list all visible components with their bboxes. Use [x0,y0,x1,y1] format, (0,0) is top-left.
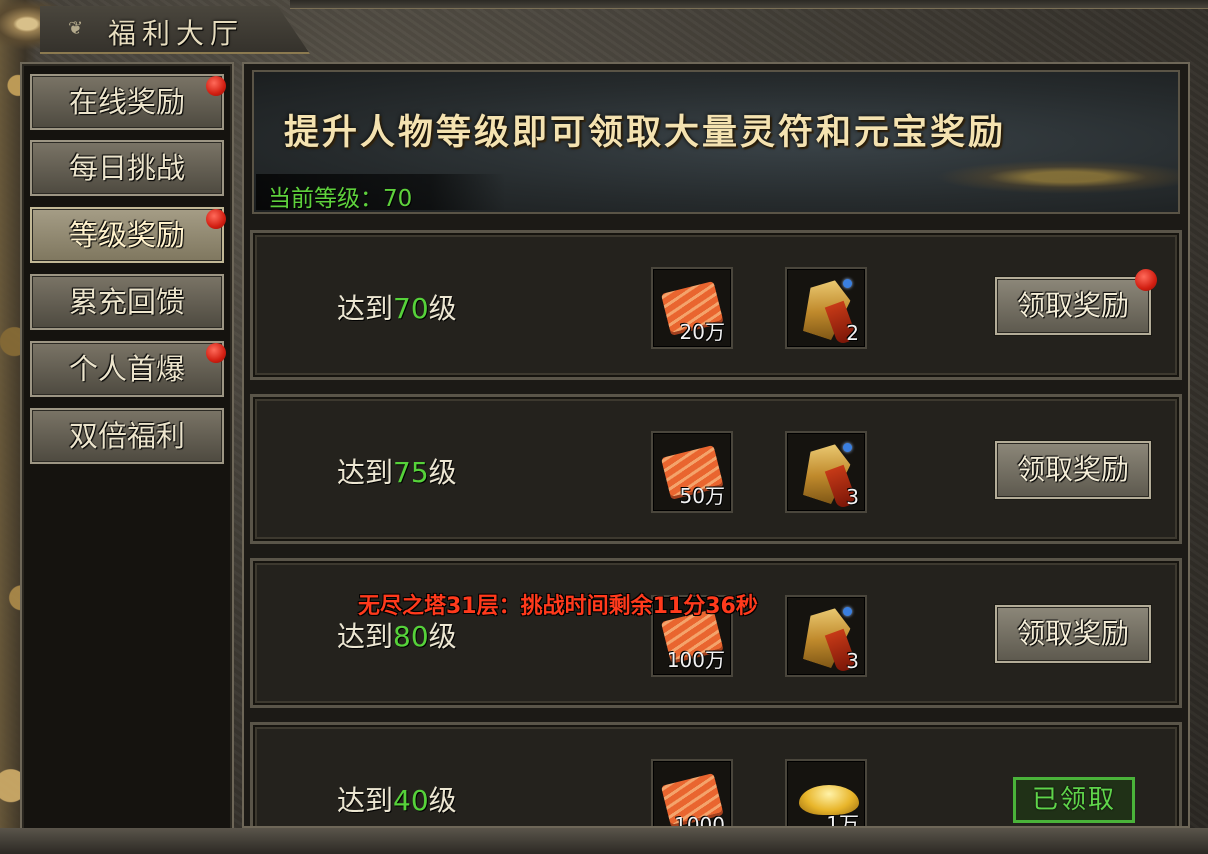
tab-first-drop[interactable]: 个人首爆 [30,341,226,397]
tower-challenge-notice: 无尽之塔31层：挑战时间剩余11分36秒 [358,594,758,619]
tab-label: 每日挑战 [68,151,185,185]
top-strip [290,0,1208,9]
tab-label: 在线奖励 [68,85,185,119]
gem-icon [843,279,852,288]
banner-title: 提升人物等级即可领取大量灵符和元宝奖励 [284,112,1007,153]
row-suffix: 级 [428,456,457,489]
item-count: 3 [846,485,859,509]
reward-slot-gold-ingot[interactable]: 1万 [785,759,867,828]
bottom-frame-edge [0,828,1208,854]
row-requirement: 达到75级 [337,451,457,491]
tab-daily-challenge[interactable]: 每日挑战 [30,140,224,196]
reward-slot-lingfu[interactable]: 50万 [651,431,733,513]
reward-slot-lingfu[interactable]: 1000 [651,759,733,828]
claim-button-label: 领取奖励 [1016,617,1129,650]
item-count: 100万 [666,648,725,672]
red-dot-badge [206,76,226,96]
current-level: 当前等级：70 [268,179,412,213]
red-dot-badge [1135,269,1157,291]
ornament-icon: ❦ [68,18,84,39]
reward-row: 达到40级 1000 1万 已领取 [250,722,1182,828]
claimed-stamp: 已领取 [1013,777,1135,823]
reward-slot-talisman[interactable]: 3 [785,595,867,677]
row-level: 40 [393,784,429,817]
claim-button-label: 领取奖励 [1016,453,1129,486]
tab-label: 等级奖励 [68,218,185,252]
row-requirement: 达到40级 [337,779,457,819]
gem-icon [843,443,852,452]
claim-reward-button[interactable]: 领取奖励 [995,441,1151,499]
claim-reward-button[interactable]: 领取奖励 [995,605,1151,663]
reward-row: 达到70级 20万 2 领取奖励 [250,230,1182,380]
row-requirement: 达到80级 [337,615,457,655]
row-suffix: 级 [428,292,457,325]
current-level-value: 70 [383,186,413,212]
row-prefix: 达到 [337,784,394,817]
row-requirement: 达到70级 [337,287,457,327]
reward-row: 达到75级 50万 3 领取奖励 [250,394,1182,544]
row-suffix: 级 [428,784,457,817]
tab-level-reward[interactable]: 等级奖励 [30,207,226,263]
claim-reward-button[interactable]: 领取奖励 [995,269,1157,335]
item-count: 2 [846,321,859,345]
reward-panel: 提升人物等级即可领取大量灵符和元宝奖励 当前等级：70 达到70级 20万 2 … [242,62,1190,828]
sidebar: 在线奖励 每日挑战 等级奖励 累充回馈 个人首爆 双倍福利 [20,62,234,832]
item-count: 1000 [674,813,725,828]
tab-label: 个人首爆 [68,352,185,386]
reward-row: 达到80级 100万 3 领取奖励 [250,558,1182,708]
item-count: 20万 [679,320,725,344]
reward-slot-talisman[interactable]: 3 [785,431,867,513]
gem-icon [843,607,852,616]
row-level: 75 [393,456,429,489]
row-prefix: 达到 [337,292,394,325]
row-level: 70 [393,292,429,325]
row-prefix: 达到 [337,620,394,653]
current-level-label: 当前等级： [268,186,383,212]
red-dot-badge [206,343,226,363]
item-count: 1万 [826,812,859,828]
tab-double-benefit[interactable]: 双倍福利 [30,408,224,464]
tab-online-reward[interactable]: 在线奖励 [30,74,226,130]
item-count: 50万 [679,484,725,508]
reward-slot-talisman[interactable]: 2 [785,267,867,349]
tab-label: 双倍福利 [68,419,185,453]
tab-recharge-reward[interactable]: 累充回馈 [30,274,224,330]
item-count: 3 [846,649,859,673]
tab-label: 累充回馈 [68,285,185,319]
reward-slot-lingfu[interactable]: 20万 [651,267,733,349]
banner: 提升人物等级即可领取大量灵符和元宝奖励 当前等级：70 [252,70,1180,214]
window-title: 福利大厅 [108,17,245,50]
red-dot-badge [206,209,226,229]
row-prefix: 达到 [337,456,394,489]
claim-button-label: 领取奖励 [1016,289,1129,322]
row-suffix: 级 [428,620,457,653]
row-level: 80 [393,620,429,653]
